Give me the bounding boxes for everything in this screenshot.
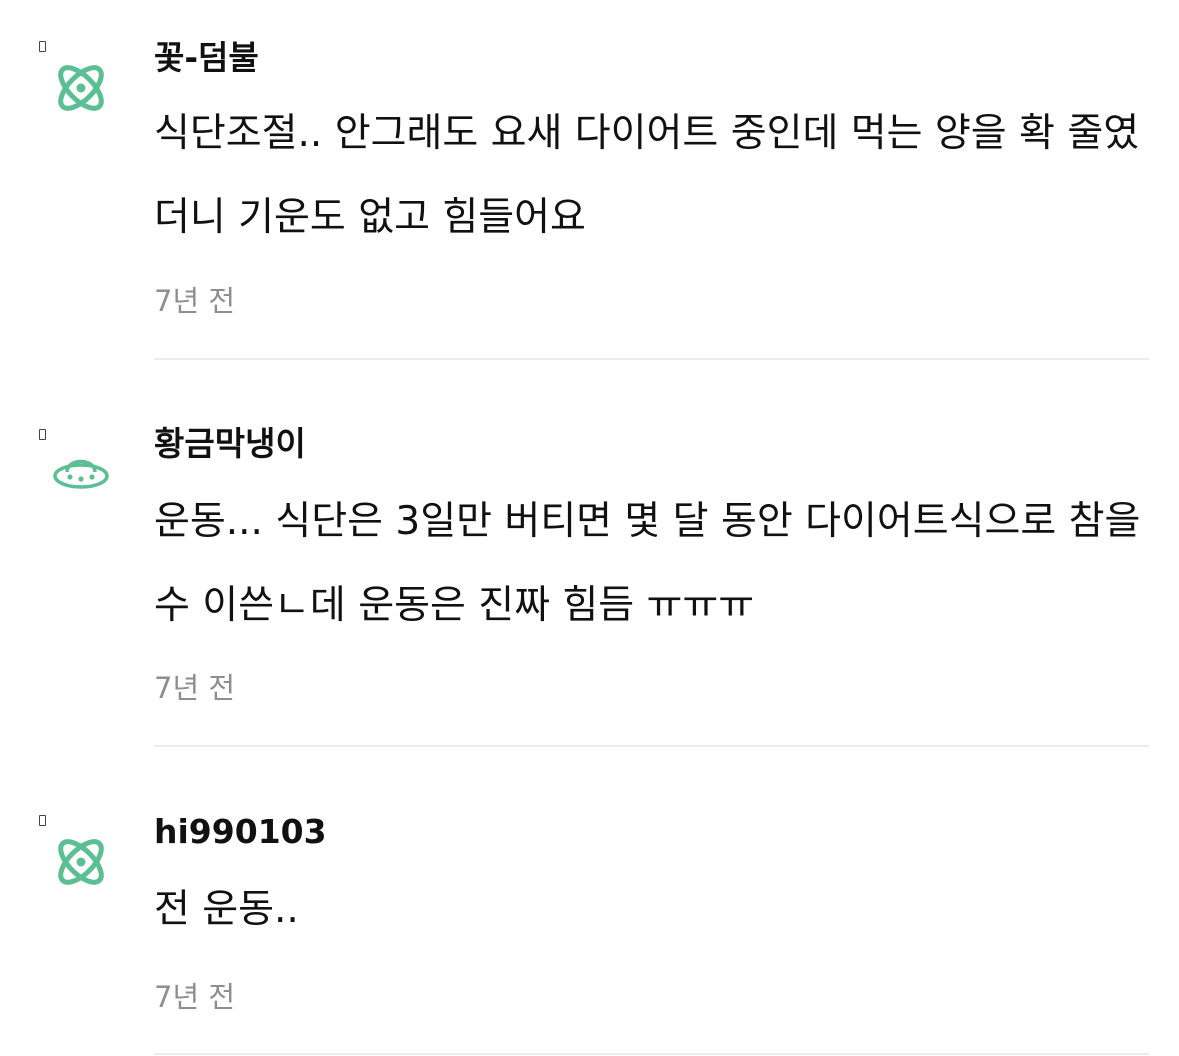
username[interactable]: 꽃-덤불 xyxy=(154,38,259,78)
timestamp: 7년 전 xyxy=(154,284,236,318)
bookmark-icon[interactable] xyxy=(39,41,46,52)
atom-icon[interactable] xyxy=(50,831,112,893)
comment-text: 식단조절.. 안그래도 요새 다이어트 중인데 먹는 양을 확 줄였더니 기운도… xyxy=(154,111,1140,240)
bookmark-icon[interactable] xyxy=(39,815,46,826)
atom-icon[interactable] xyxy=(50,57,112,119)
username[interactable]: hi990103 xyxy=(154,812,327,852)
divider xyxy=(154,358,1149,360)
username[interactable]: 황금막냉이 xyxy=(154,424,306,464)
timestamp: 7년 전 xyxy=(154,980,236,1014)
divider xyxy=(154,745,1149,747)
comment-text: 운동... 식단은 3일만 버티면 몇 달 동안 다이어트식으로 참을 수 이쓴… xyxy=(154,499,1141,628)
timestamp: 7년 전 xyxy=(154,671,236,705)
bookmark-icon[interactable] xyxy=(39,429,46,440)
divider xyxy=(154,1053,1149,1055)
ufo-icon[interactable] xyxy=(50,442,112,504)
comment-text: 전 운동.. xyxy=(154,887,299,932)
